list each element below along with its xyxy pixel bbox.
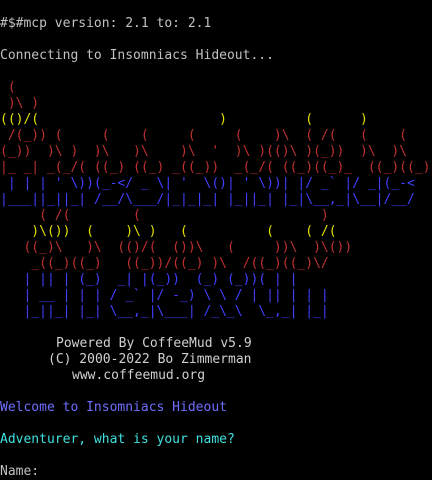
- logo-line: | __ | | | / _` |/ -_) \ \ / | || | | |: [0, 288, 329, 303]
- logo-line: (()/( ) ( ): [0, 112, 368, 127]
- logo-line: )\ ): [0, 96, 40, 111]
- welcome-line: Welcome to Insomniacs Hideout: [0, 400, 227, 415]
- name-prompt[interactable]: Name:: [0, 464, 39, 480]
- logo-line: _((_)((_) ((_))/((_) )\ /((_)((_)\/: [0, 256, 329, 271]
- website-line: www.coffeemud.org: [72, 368, 206, 383]
- logo-line: (: [0, 80, 16, 95]
- logo-line: (_)) )\ ) )\ )\ )\ ' )\ )(()\ )(_)) )\ )…: [0, 144, 407, 159]
- logo-line: )\()) ( )\ ) ( ( ( /(: [0, 224, 337, 239]
- name-question-line: Adventurer, what is your name?: [0, 432, 235, 447]
- copyright-line: (C) 2000-2022 Bo Zimmerman: [48, 352, 252, 367]
- logo-line: /(_)) ( ( ( ( ( )\ ( /( ( (: [0, 128, 407, 143]
- logo-line: |_||_| |_| \__,_|\___| /_\_\ \_,_| |_|: [0, 304, 329, 319]
- logo-line: |___||_||_| /__/\___/|_|_|_| |_||_| |_|\…: [0, 192, 415, 207]
- mcp-header-line: #$#mcp version: 2.1 to: 2.1: [0, 16, 212, 31]
- ascii-logo: ( )\ ) (()/( ) ( ) /(_)) ( ( ( ( ( )\ ( …: [0, 80, 432, 320]
- logo-line: |_ _| _(_/( ((_) ((_) _((_)) _(_/( ((_)(…: [0, 160, 431, 175]
- connecting-line: Connecting to Insomniacs Hideout...: [0, 48, 274, 63]
- logo-line: ((_)\ )\ (()/( ())\ ( ))\ )\()): [0, 240, 353, 255]
- logo-line: | || | (_) _| |(_)) (_) (_))( | |: [0, 272, 298, 287]
- logo-line: | | | ' \))(_-</ _ \| ' \()| ' \))| |/ _…: [0, 176, 415, 191]
- powered-by-line: Powered By CoffeeMud v5.9: [56, 336, 252, 351]
- logo-line: ( /( ( ): [0, 208, 329, 223]
